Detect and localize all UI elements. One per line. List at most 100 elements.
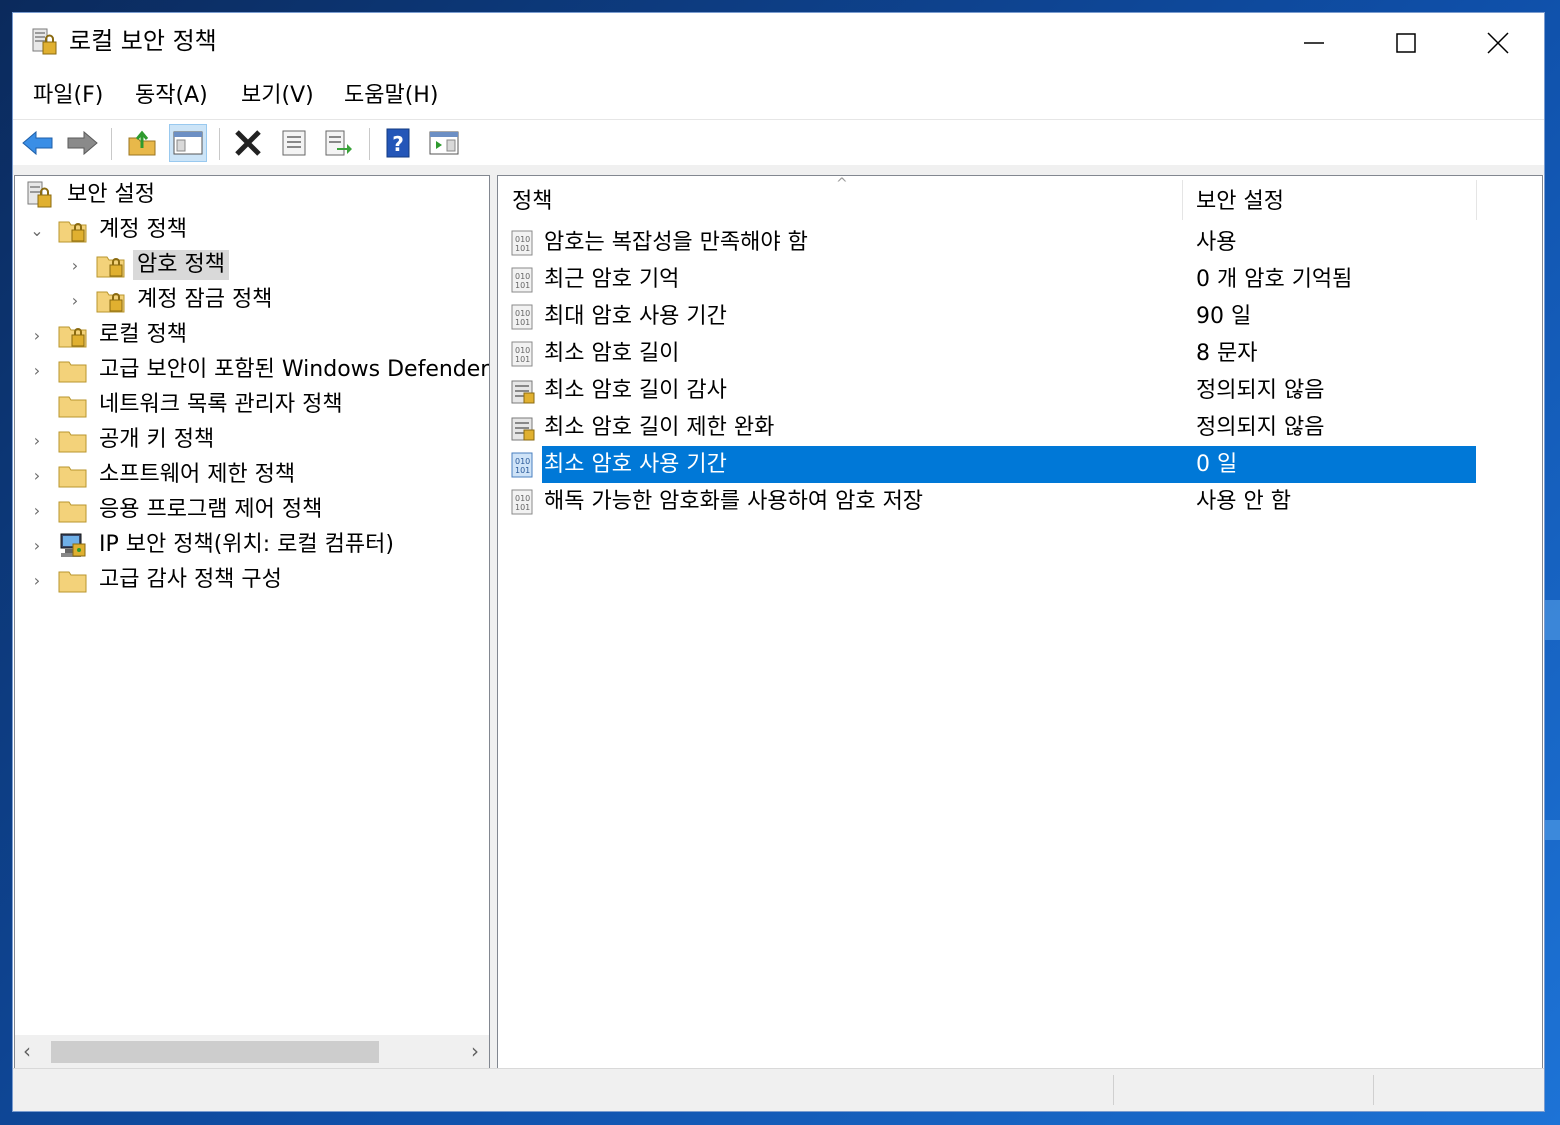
svg-text:101: 101	[515, 355, 530, 364]
chevron-right-icon[interactable]: ›	[29, 431, 45, 450]
tree-item-advanced-audit-policy-configuration[interactable]: › 고급 감사 정책 구성	[29, 563, 286, 597]
tree-item-public-key-policies[interactable]: › 공개 키 정책	[29, 423, 218, 457]
minimize-icon	[1304, 42, 1324, 44]
tree-item-account-policies[interactable]: ⌄ 계정 정책	[29, 213, 191, 247]
chevron-right-icon[interactable]: ›	[29, 536, 45, 555]
scroll-right-icon[interactable]: ›	[471, 1039, 479, 1063]
tree-item-software-restriction-policies[interactable]: › 소프트웨어 제한 정책	[29, 458, 299, 492]
list-item[interactable]: 010 101 암호는 복잡성을 만족해야 함 사용	[510, 224, 1476, 261]
svg-text:010: 010	[515, 457, 530, 466]
svg-text:101: 101	[515, 466, 530, 475]
tree-item-windows-defender-firewall[interactable]: › 고급 보안이 포함된 Windows Defender 방화벽	[29, 353, 490, 387]
policy-value: 0 일	[1184, 446, 1476, 483]
horizontal-scrollbar[interactable]: ‹ ›	[15, 1035, 489, 1069]
menu-action[interactable]: 동작(A)	[135, 79, 208, 113]
policy-value: 사용	[1196, 230, 1237, 255]
folder-icon	[58, 431, 87, 453]
forward-button[interactable]	[63, 124, 101, 162]
maximize-button[interactable]	[1360, 13, 1452, 73]
list-item[interactable]: 010 101 최근 암호 기억 0 개 암호 기억됨	[510, 261, 1476, 298]
chevron-right-icon[interactable]: ›	[67, 256, 83, 275]
help-button[interactable]: ?	[379, 124, 417, 162]
tree-label: 고급 보안이 포함된 Windows Defender 방화벽	[99, 357, 490, 382]
policy-value: 8 문자	[1196, 341, 1258, 366]
minimize-button[interactable]	[1268, 13, 1360, 73]
column-header-security-setting[interactable]: 보안 설정	[1196, 176, 1466, 222]
tree-item-security-settings[interactable]: 보안 설정	[25, 178, 159, 212]
console-tree[interactable]: 보안 설정 ⌄ 계정 정책 › 암호 정책 › 계정 잠금 정책 › 로컬 정책…	[14, 175, 490, 1070]
policy-name: 최소 암호 길이 감사	[544, 378, 727, 403]
list-item-selected[interactable]: 010 101 최소 암호 사용 기간 0 일	[510, 446, 1476, 483]
column-separator[interactable]	[1476, 180, 1477, 220]
menu-file[interactable]: 파일(F)	[33, 79, 103, 113]
audit-policy-icon	[511, 417, 535, 440]
menu-bar: 파일(F) 동작(A) 보기(V) 도움말(H)	[13, 75, 1544, 117]
status-divider	[1373, 1075, 1374, 1105]
back-button[interactable]	[19, 124, 57, 162]
menu-help[interactable]: 도움말(H)	[344, 79, 438, 113]
chevron-right-icon[interactable]: ›	[29, 466, 45, 485]
tree-item-local-policies[interactable]: › 로컬 정책	[29, 318, 191, 352]
policy-setting-icon: 010101	[511, 341, 533, 366]
folder-icon	[58, 501, 87, 523]
chevron-right-icon[interactable]: ›	[29, 571, 45, 590]
toolbar-separator	[369, 128, 370, 160]
svg-text:?: ?	[392, 132, 404, 156]
chevron-right-icon[interactable]: ›	[29, 361, 45, 380]
policy-value: 0 개 암호 기억됨	[1196, 267, 1353, 292]
list-item[interactable]: 최소 암호 길이 제한 완화 정의되지 않음	[510, 409, 1476, 446]
ip-security-computer-icon	[60, 533, 86, 557]
local-security-policy-window: 로컬 보안 정책 파일(F) 동작(A) 보기(V) 도움말(H) ? 보안 설…	[12, 12, 1545, 1112]
locked-folder-icon	[58, 326, 87, 348]
show-action-pane-button[interactable]	[425, 124, 463, 162]
chevron-down-icon[interactable]: ⌄	[29, 221, 45, 240]
scrollbar-thumb[interactable]	[51, 1041, 379, 1063]
show-hide-console-tree-button[interactable]	[169, 124, 207, 162]
list-item[interactable]: 010 101 최소 암호 길이 8 문자	[510, 335, 1476, 372]
policy-name: 최소 암호 길이 제한 완화	[544, 415, 775, 440]
column-separator[interactable]	[1182, 180, 1183, 220]
title-bar: 로컬 보안 정책	[13, 13, 1544, 73]
policy-value: 사용 안 함	[1196, 489, 1291, 514]
locked-folder-icon	[96, 291, 125, 313]
security-policy-icon	[32, 28, 57, 55]
up-one-level-button[interactable]	[123, 124, 161, 162]
show-action-pane-icon	[429, 131, 459, 155]
tree-item-ip-security-policies[interactable]: › IP 보안 정책(위치: 로컬 컴퓨터)	[29, 528, 398, 562]
folder-icon	[58, 466, 87, 488]
list-item[interactable]: 010 101 해독 가능한 암호화를 사용하여 암호 저장 사용 안 함	[510, 483, 1476, 520]
tree-label: 공개 키 정책	[99, 427, 215, 452]
policy-setting-icon: 010101	[511, 304, 533, 329]
svg-text:101: 101	[515, 503, 530, 512]
chevron-right-icon[interactable]: ›	[29, 326, 45, 345]
list-item[interactable]: 최소 암호 길이 감사 정의되지 않음	[510, 372, 1476, 409]
window-title: 로컬 보안 정책	[69, 27, 217, 55]
menu-view[interactable]: 보기(V)	[241, 79, 314, 113]
tree-label: 네트워크 목록 관리자 정책	[99, 392, 343, 417]
tree-label: 소프트웨어 제한 정책	[99, 462, 296, 487]
close-button[interactable]	[1452, 13, 1544, 73]
tree-label: 암호 정책	[133, 250, 229, 280]
show-hide-tree-icon	[173, 131, 203, 155]
security-settings-icon	[27, 181, 52, 208]
tree-label: 응용 프로그램 제어 정책	[99, 497, 323, 522]
svg-text:101: 101	[515, 244, 530, 253]
policy-list[interactable]: ^ 정책 보안 설정 010 101 암호는 복잡성을 만족해야 함 사용 010…	[497, 175, 1543, 1070]
tree-item-network-list-manager-policies[interactable]: 네트워크 목록 관리자 정책	[45, 388, 347, 422]
svg-text:010: 010	[515, 235, 530, 244]
scroll-left-icon[interactable]: ‹	[23, 1039, 31, 1063]
close-icon	[1487, 32, 1509, 54]
tree-label: 고급 감사 정책 구성	[99, 567, 282, 592]
properties-button[interactable]	[275, 124, 313, 162]
tree-item-password-policy[interactable]: › 암호 정책	[67, 248, 229, 282]
toolbar-separator	[219, 128, 220, 160]
chevron-right-icon[interactable]: ›	[67, 291, 83, 310]
pane-splitter[interactable]	[490, 175, 497, 1070]
column-header-policy[interactable]: 정책	[512, 176, 1172, 222]
delete-button[interactable]	[229, 124, 267, 162]
export-list-button[interactable]	[319, 124, 357, 162]
tree-item-account-lockout-policy[interactable]: › 계정 잠금 정책	[67, 283, 276, 317]
chevron-right-icon[interactable]: ›	[29, 501, 45, 520]
list-item[interactable]: 010 101 최대 암호 사용 기간 90 일	[510, 298, 1476, 335]
tree-item-application-control-policies[interactable]: › 응용 프로그램 제어 정책	[29, 493, 326, 527]
